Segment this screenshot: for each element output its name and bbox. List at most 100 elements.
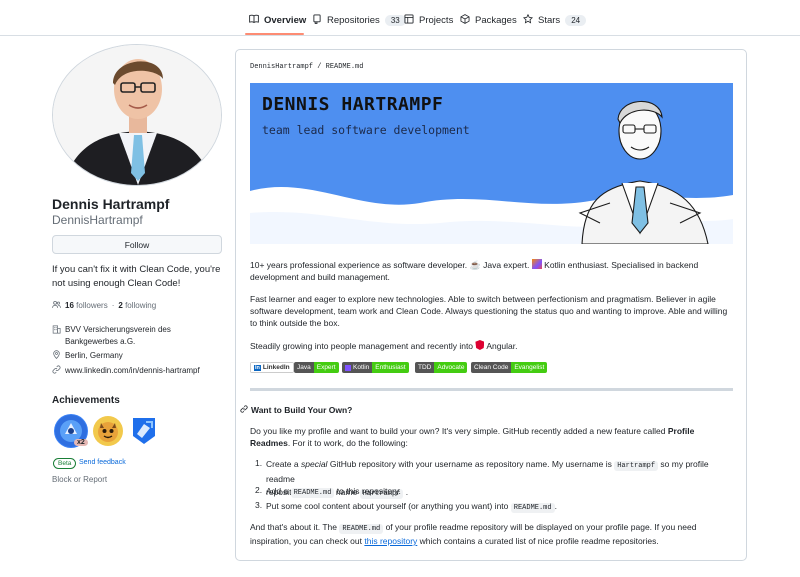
package-icon	[460, 13, 470, 27]
list-number: 2.	[255, 485, 263, 495]
readme-path: DennisHartrampf / README.md	[250, 63, 363, 71]
separator-dot: ·	[111, 301, 115, 310]
li3-period: .	[554, 501, 557, 511]
location-text: Berlin, Germany	[65, 351, 123, 360]
achievements-title: Achievements	[52, 395, 120, 406]
profile-full-name: Dennis Hartrampf	[52, 196, 170, 212]
readme-banner-image: DENNIS HARTRAMPF team lead software deve…	[250, 83, 733, 244]
send-feedback-link[interactable]: Send feedback	[79, 459, 126, 466]
repositories-count: 33	[384, 14, 406, 26]
li1-text-b: GitHub repository with your username as …	[329, 459, 612, 469]
profile-username: DennisHartrampf	[52, 213, 143, 227]
organization-line-2: Bankgewerbes a.G.	[65, 337, 136, 346]
following-count: 2	[118, 301, 123, 310]
kotlin-icon	[531, 259, 542, 269]
list-number: 1.	[255, 458, 263, 468]
li3-code: README.md	[510, 503, 555, 513]
li1-special: special	[300, 459, 328, 469]
heading-text: Want to Build Your Own?	[251, 405, 353, 415]
closing-paragraph: And that's about it. The README.md of yo…	[250, 521, 736, 547]
website-row: www.linkedin.com/in/dennis-hartrampf	[52, 365, 200, 376]
skills-line-3: the box.	[309, 318, 340, 328]
build-text-1: Do you like my profile and want to build…	[250, 426, 666, 436]
li2-code: README.md	[290, 488, 335, 498]
build-your-own-heading: Want to Build Your Own?	[240, 405, 352, 415]
tab-repositories[interactable]: Repositories 33	[312, 9, 406, 31]
achievement-quickdraw-badge[interactable]	[130, 416, 158, 446]
table-icon	[404, 14, 414, 27]
li1-text-a: Create a	[266, 459, 299, 469]
this-repository-link[interactable]: this repository	[364, 536, 417, 546]
followers-row: 16 followers · 2 following	[52, 300, 156, 311]
tab-label: Projects	[419, 14, 454, 26]
people-icon	[52, 300, 61, 311]
shield-label: Clean Code	[471, 362, 512, 373]
star-icon	[522, 13, 534, 27]
closing-text-3: can check out	[309, 536, 362, 546]
shield-value: Expert	[313, 362, 339, 373]
beta-label: Beta	[53, 458, 77, 469]
readme-growth-paragraph: Steadily growing into people management …	[250, 340, 736, 352]
achievement-yolo-badge[interactable]	[92, 415, 124, 447]
readme-intro-paragraph: 10+ years professional experience as sof…	[250, 259, 736, 283]
tab-label: Overview	[264, 14, 307, 26]
list-number: 3.	[255, 500, 263, 510]
shield-value: Advocate	[434, 362, 468, 373]
location-row: Berlin, Germany	[52, 350, 123, 361]
intro-text-4: build management.	[317, 272, 390, 282]
following-link[interactable]: 2 following	[118, 301, 156, 310]
link-icon	[52, 365, 61, 376]
linkedin-shield[interactable]: in LinkedIn	[250, 362, 294, 373]
readme-path-separator: /	[317, 63, 322, 71]
achievement-multiplier: x2	[74, 439, 88, 446]
banner-title: DENNIS HARTRAMPF	[262, 94, 444, 115]
profile-tab-nav: Overview Repositories 33 Projects Packag…	[0, 0, 800, 36]
build-intro-paragraph: Do you like my profile and want to build…	[250, 425, 736, 449]
shield-value: Evangelist	[511, 362, 548, 373]
tab-packages[interactable]: Packages	[460, 9, 517, 31]
build-text-2: . For it	[287, 438, 312, 448]
repo-icon	[312, 14, 322, 27]
shield-label: Kotlin	[353, 364, 370, 371]
li2-text-b: to this repository.	[336, 486, 401, 496]
tab-stars[interactable]: Stars 24	[522, 9, 587, 31]
tdd-shield[interactable]: TDD Advocate	[415, 362, 468, 373]
tab-overview[interactable]: Overview	[249, 9, 306, 31]
shield-value: Enthusiast	[372, 362, 409, 373]
readme-path-user[interactable]: DennisHartrampf	[250, 63, 313, 71]
followers-link[interactable]: 16 followers	[65, 301, 108, 310]
closing-code: README.md	[339, 524, 384, 534]
intro-text-2: Java expert.	[483, 260, 530, 270]
website-link[interactable]: www.linkedin.com/in/dennis-hartrampf	[65, 366, 200, 375]
kotlin-small-icon	[345, 364, 351, 371]
location-icon	[52, 350, 61, 361]
tab-label: Repositories	[327, 14, 380, 26]
follow-button[interactable]: Follow	[52, 235, 222, 254]
shield-label: Java	[294, 362, 314, 373]
organization-icon	[52, 325, 61, 338]
tab-label: Packages	[475, 14, 517, 26]
block-or-report-link[interactable]: Block or Report	[52, 475, 107, 484]
angular-text: Angular.	[486, 341, 518, 351]
list-item: Add a README.md to this repository.	[266, 485, 736, 500]
book-icon	[249, 14, 259, 27]
java-shield[interactable]: Java Expert	[294, 362, 339, 373]
readme-path-file: README.md	[325, 63, 364, 71]
organization-name: BVV Versicherungsverein des Bankgewerbes …	[65, 324, 195, 348]
divider	[250, 388, 733, 391]
anchor-link-icon[interactable]	[240, 405, 248, 415]
tab-projects[interactable]: Projects	[404, 9, 453, 31]
li1-code-username: Hartrampf	[614, 461, 659, 471]
readme-skills-paragraph: Fast learner and eager to explore new te…	[250, 293, 736, 329]
closing-text-4: which contains a curated list of nice pr…	[419, 536, 659, 546]
li2-text-a: Add a	[266, 486, 289, 496]
avatar[interactable]	[52, 44, 222, 186]
shield-label: LinkedIn	[262, 364, 290, 371]
intro-text-1: 10+ years professional experience as sof…	[250, 260, 468, 270]
organization-line-1: BVV Versicherungsverein des	[65, 325, 171, 334]
stars-count: 24	[565, 14, 587, 26]
clean-code-shield[interactable]: Clean Code Evangelist	[471, 362, 548, 373]
shield-label: TDD	[415, 362, 435, 373]
angular-icon	[475, 340, 485, 350]
kotlin-shield[interactable]: Kotlin Enthusiast	[342, 362, 409, 373]
